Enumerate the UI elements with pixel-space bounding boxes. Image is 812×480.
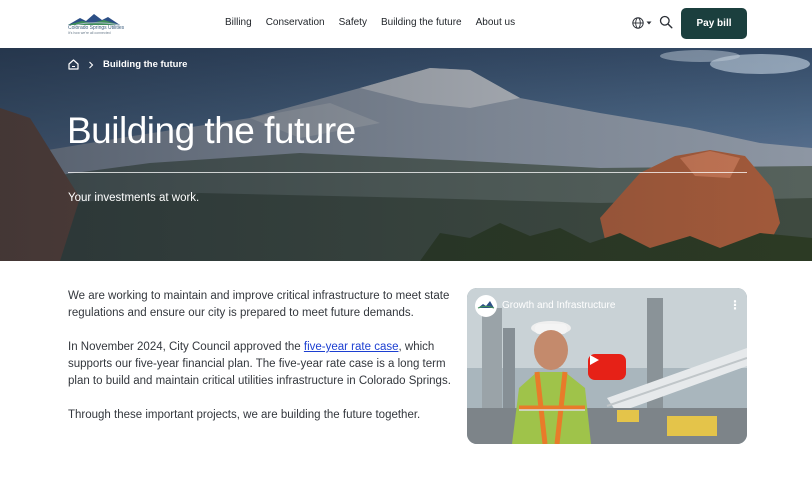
breadcrumb: Building the future — [68, 59, 187, 70]
home-icon[interactable] — [68, 59, 79, 70]
hero-banner: Building the future Building the future … — [0, 48, 812, 261]
search-icon — [659, 15, 673, 29]
nav-safety[interactable]: Safety — [339, 17, 367, 28]
page-subtitle: Your investments at work. — [68, 192, 200, 204]
main-nav: Billing Conservation Safety Building the… — [225, 17, 515, 28]
nav-billing[interactable]: Billing — [225, 17, 252, 28]
page-title: Building the future — [67, 110, 356, 151]
nav-about-us[interactable]: About us — [476, 17, 515, 28]
search-button[interactable] — [659, 15, 673, 29]
chevron-right-icon — [89, 61, 94, 68]
nav-building-the-future[interactable]: Building the future — [381, 17, 462, 28]
more-vertical-icon[interactable]: ⋮ — [729, 299, 741, 311]
intro-paragraph-1: We are working to maintain and improve c… — [68, 290, 450, 319]
video-title[interactable]: Growth and Infrastructure — [502, 300, 615, 311]
caret-down-icon — [646, 21, 652, 25]
video-player[interactable]: Growth and Infrastructure ⋮ — [467, 288, 747, 444]
intro-paragraph-3: Through these important projects, we are… — [68, 409, 421, 421]
hero-overlay — [0, 48, 812, 261]
site-logo[interactable]: Colorado Springs Utilities It's how we'r… — [68, 12, 128, 36]
intro-paragraph-2: In November 2024, City Council approved … — [68, 339, 460, 390]
globe-icon — [632, 17, 644, 29]
nav-conservation[interactable]: Conservation — [266, 17, 325, 28]
intro-copy: We are working to maintain and improve c… — [68, 288, 460, 441]
logo-mountain-icon — [68, 14, 121, 26]
site-header: Colorado Springs Utilities It's how we'r… — [0, 0, 812, 48]
pay-bill-button[interactable]: Pay bill — [681, 8, 747, 39]
channel-logo-icon — [477, 301, 495, 309]
intro-paragraph-2-text: In November 2024, City Council approved … — [68, 341, 304, 353]
five-year-rate-case-link[interactable]: five-year rate case — [304, 341, 399, 353]
play-button[interactable] — [588, 354, 626, 380]
channel-avatar[interactable] — [475, 295, 497, 317]
breadcrumb-current: Building the future — [103, 59, 188, 70]
logo-tagline: It's how we're all connected — [68, 31, 111, 35]
hero-divider — [68, 172, 747, 173]
language-selector[interactable] — [632, 16, 654, 30]
play-icon — [590, 355, 599, 365]
